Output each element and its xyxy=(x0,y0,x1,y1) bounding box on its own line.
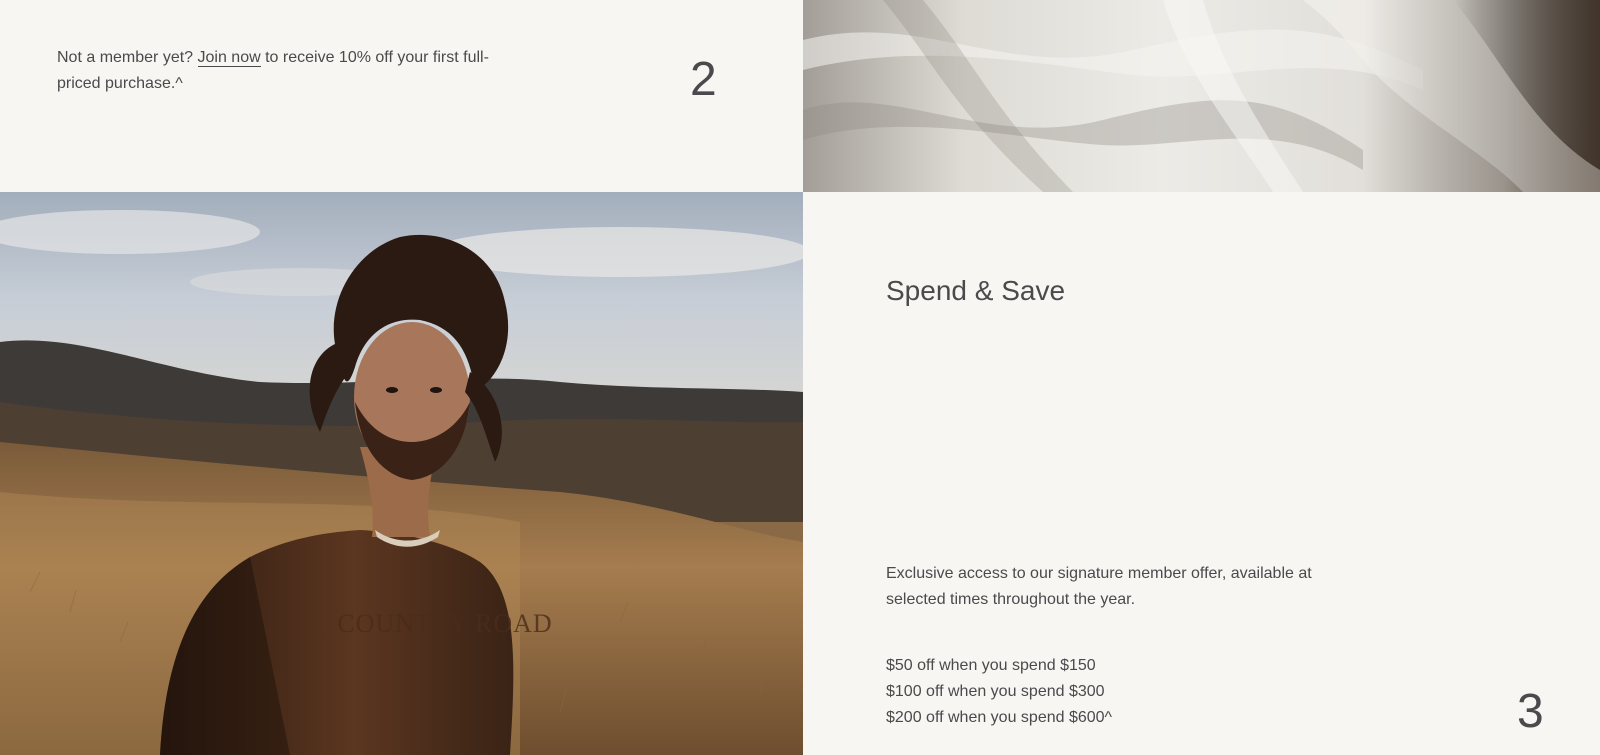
member-text-intro: Not a member yet? xyxy=(57,49,198,66)
offer-item: $200 off when you spend $600^ xyxy=(886,709,1113,726)
linen-bedding-image xyxy=(803,0,1600,192)
spend-save-title: Spend & Save xyxy=(886,275,1066,306)
offer-item: $50 off when you spend $150 xyxy=(886,657,1096,674)
offer-item: $100 off when you spend $300 xyxy=(886,683,1105,700)
sweater-print-text: COUNTRY ROAD xyxy=(337,609,552,638)
join-now-link[interactable]: Join now xyxy=(197,49,261,67)
man-in-field-image: COUNTRY ROAD xyxy=(0,192,803,755)
step-number-2: 2 xyxy=(690,53,717,106)
step-number-3: 3 xyxy=(1517,685,1544,738)
spend-save-panel: Spend & Save Exclusive access to our sig… xyxy=(803,192,1600,755)
offer-list: $50 off when you spend $150 $100 off whe… xyxy=(886,653,1112,731)
page: Not a member yet? Join now to receive 10… xyxy=(0,0,1600,755)
member-join-panel: Not a member yet? Join now to receive 10… xyxy=(0,0,803,192)
member-join-text: Not a member yet? Join now to receive 10… xyxy=(57,45,517,97)
spend-save-description: Exclusive access to our signature member… xyxy=(886,565,1312,608)
